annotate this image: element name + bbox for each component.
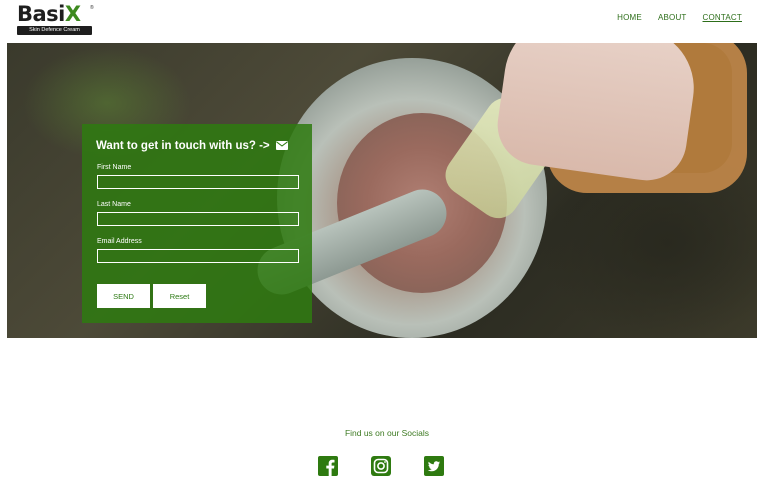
email-input[interactable]	[97, 249, 299, 263]
logo-wordmark: BasiX	[17, 2, 81, 26]
main-nav: HOME ABOUT CONTACT	[617, 13, 742, 23]
envelope-icon	[275, 141, 288, 150]
facebook-icon[interactable]	[318, 456, 338, 476]
nav-about[interactable]: ABOUT	[658, 13, 687, 23]
first-name-input[interactable]	[97, 175, 299, 189]
nav-contact[interactable]: CONTACT	[703, 13, 742, 23]
first-name-label: First Name	[97, 164, 132, 171]
logo-registered-mark: ®	[90, 5, 94, 11]
instagram-icon[interactable]	[371, 456, 391, 476]
logo-tagline: Skin Defence Cream	[17, 26, 92, 35]
brand-logo[interactable]: BasiX ® Skin Defence Cream	[17, 2, 95, 35]
twitter-icon[interactable]	[424, 456, 444, 476]
nav-home[interactable]: HOME	[617, 13, 642, 23]
site-header: BasiX ® Skin Defence Cream HOME ABOUT CO…	[0, 0, 774, 42]
send-button[interactable]: SEND	[97, 284, 150, 308]
email-label: Email Address	[97, 238, 142, 245]
reset-button[interactable]: Reset	[153, 284, 206, 308]
socials-heading: Find us on our Socials	[344, 428, 430, 438]
last-name-label: Last Name	[97, 201, 131, 208]
contact-page: BasiX ® Skin Defence Cream HOME ABOUT CO…	[0, 0, 774, 496]
last-name-input[interactable]	[97, 212, 299, 226]
contact-form: Want to get in touch with us? -> First N…	[82, 124, 312, 323]
contact-form-title: Want to get in touch with us? ->	[96, 139, 288, 153]
